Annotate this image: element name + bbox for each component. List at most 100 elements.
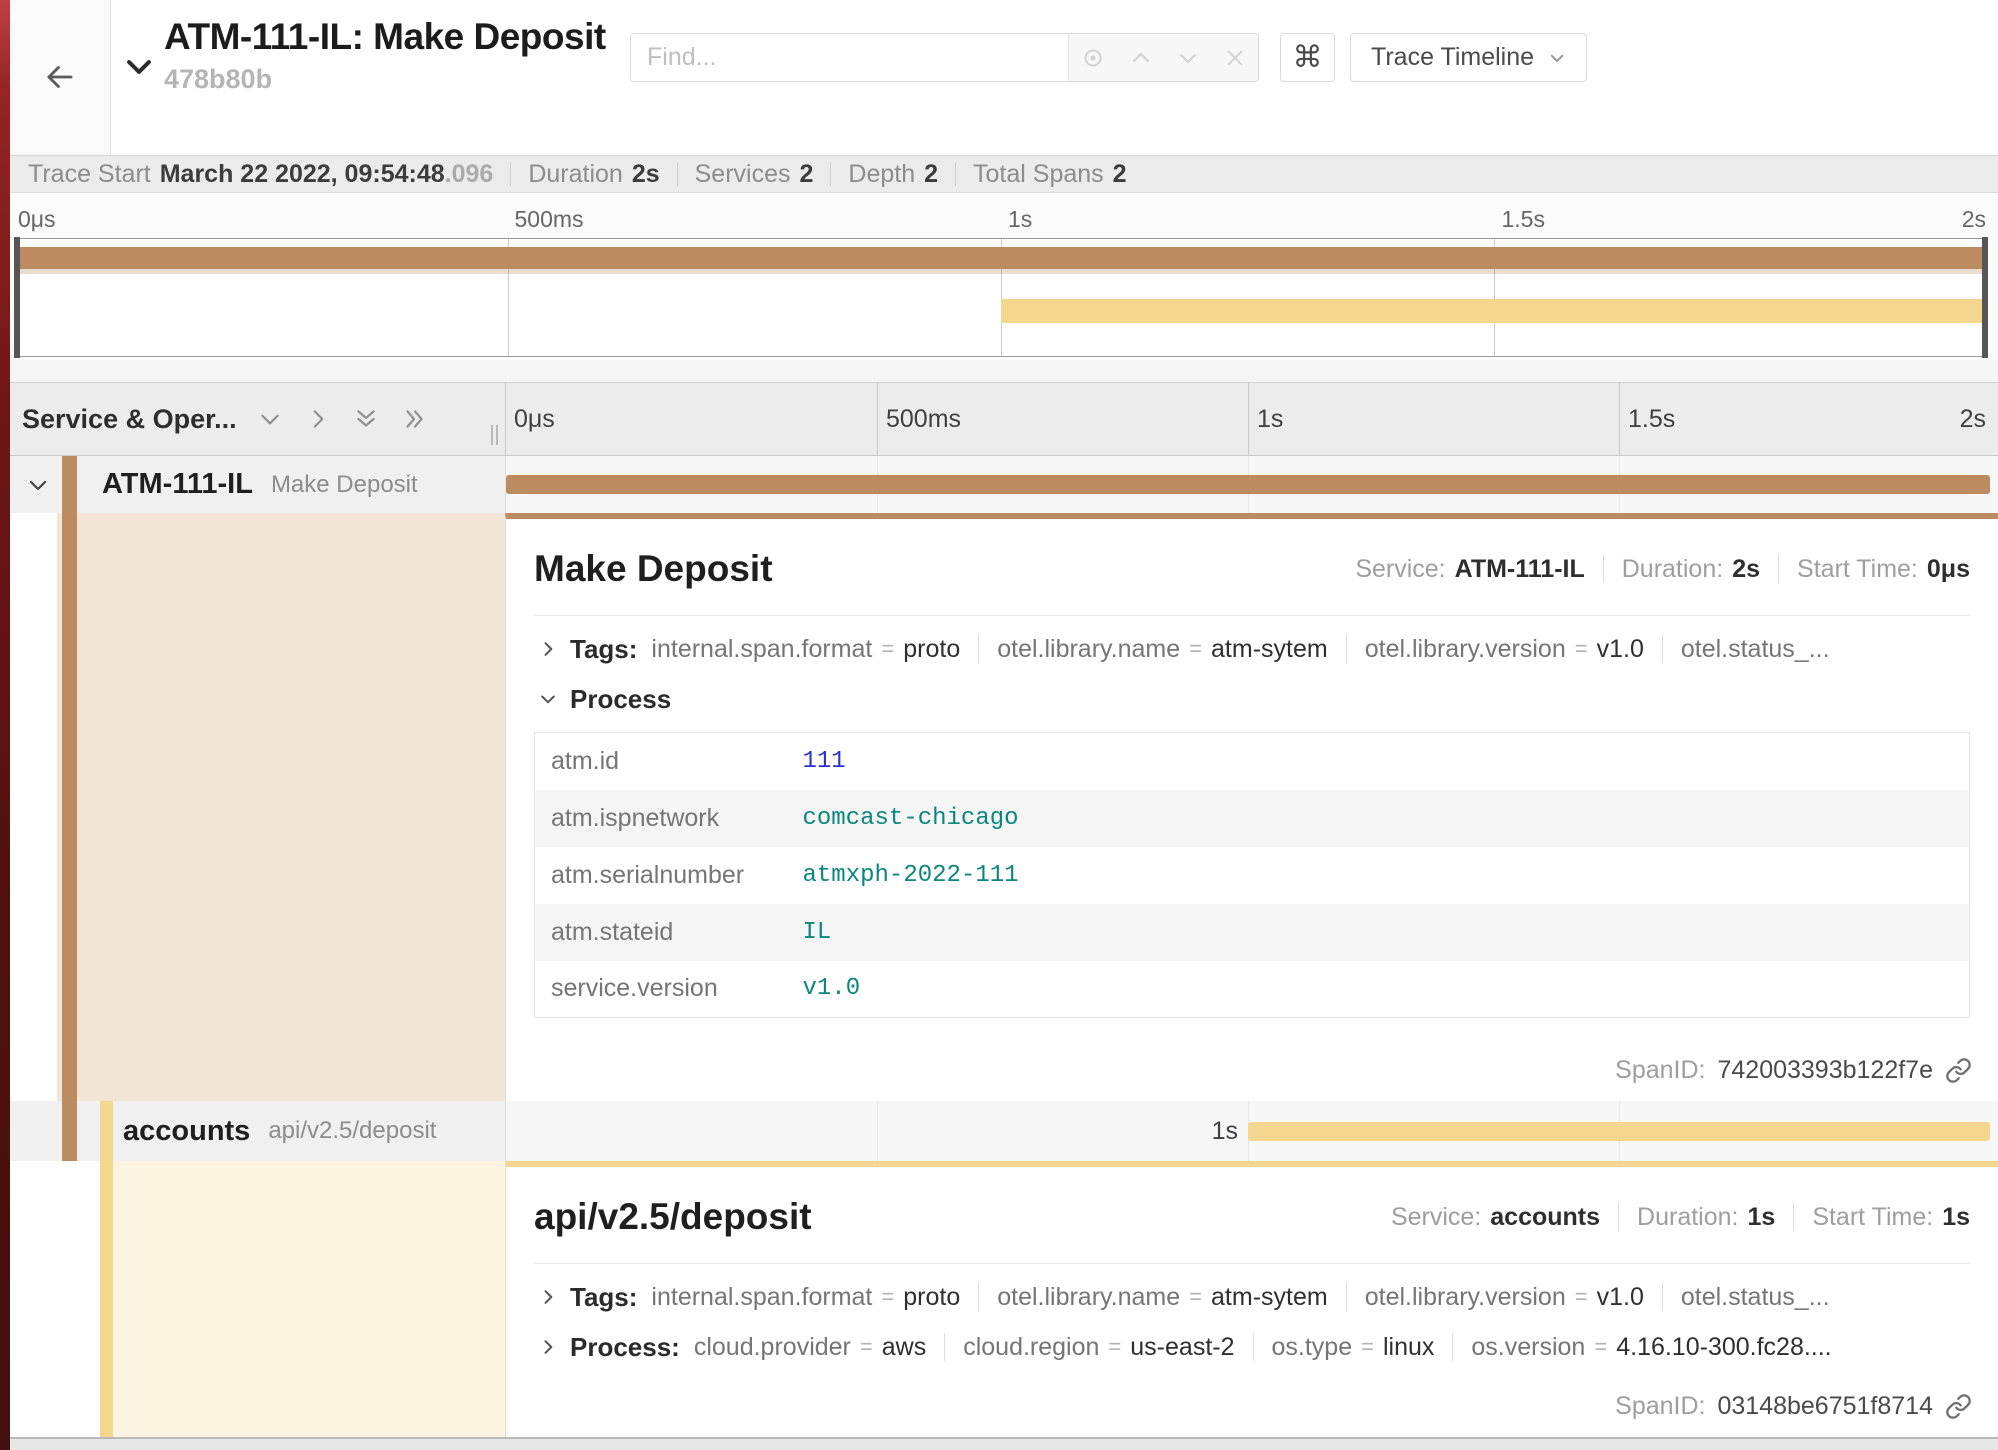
start-time-label: Start Time: (1797, 555, 1918, 584)
duration-label: Duration: (1637, 1203, 1738, 1232)
divider (978, 1283, 979, 1311)
tags-accordion[interactable]: Tags: internal.span.format = proto otel.… (534, 624, 1970, 674)
collapse-one-chevron-down-icon[interactable] (257, 406, 283, 432)
next-match-chevron-down-icon[interactable] (1176, 46, 1200, 70)
span-name-cell-atm[interactable]: ATM-111-IL Make Deposit (10, 456, 505, 513)
start-time-value: 0μs (1927, 555, 1970, 584)
span-service-name: accounts (123, 1115, 250, 1148)
trace-collapse-toggle[interactable] (122, 50, 156, 84)
keyboard-shortcuts-button[interactable]: ⌘ (1280, 33, 1335, 82)
back-button[interactable] (10, 0, 111, 155)
header: ATM-111-IL: Make Deposit 478b80b (10, 0, 1998, 155)
minimap-ticks: 0μs 500ms 1s 1.5s 2s (14, 194, 1988, 238)
divider (1452, 1333, 1453, 1361)
divider (1346, 635, 1347, 663)
find-controls (1068, 34, 1258, 81)
trace-id: 478b80b (164, 64, 606, 95)
timeline-tick: 0μs (514, 383, 555, 455)
start-time-label: Start Time: (1812, 1203, 1933, 1232)
expand-one-chevron-right-icon[interactable] (305, 406, 331, 432)
services-label: Services (695, 160, 791, 189)
minimap-span-tint (15, 269, 1987, 274)
tag-item: internal.span.format = proto (651, 635, 960, 664)
chevron-right-icon (538, 1287, 558, 1307)
table-row: service.version v1.0 (535, 961, 1970, 1018)
span-id-value: 742003393b122f7e (1717, 1056, 1933, 1085)
timeline-tick: 1.5s (1628, 383, 1675, 455)
chevron-down-icon (122, 50, 156, 84)
timeline-minimap: 0μs 500ms 1s 1.5s 2s (10, 194, 1998, 360)
back-arrow-icon (41, 58, 79, 96)
find-group (630, 33, 1259, 82)
span-duration-bar-atm[interactable] (506, 475, 1990, 494)
tag-item: internal.span.format = proto (651, 1283, 960, 1312)
span-rows: ATM-111-IL Make Deposit (10, 456, 1998, 1437)
tags-accordion[interactable]: Tags: internal.span.format = proto otel.… (534, 1272, 1970, 1322)
span-detail-indent (10, 1161, 505, 1437)
divider (534, 615, 1970, 616)
span-indent-guide-atm (62, 456, 77, 1161)
divider (1253, 1333, 1254, 1361)
span-detail-atm: Make Deposit Service: ATM-111-IL Duratio… (10, 513, 1998, 1101)
service-operation-label[interactable]: Service & Oper... (22, 404, 237, 435)
trace-start-value: March 22 2022, 09:54:48 (160, 160, 445, 189)
span-table-header: Service & Oper... (10, 382, 1998, 456)
span-row-atm[interactable]: ATM-111-IL Make Deposit (10, 456, 1998, 513)
process-label: Process: (570, 1332, 680, 1363)
expand-all-double-chevron-right-icon[interactable] (401, 406, 427, 432)
trace-view-selector[interactable]: Trace Timeline (1350, 33, 1587, 82)
span-row-accounts[interactable]: accounts api/v2.5/deposit 1s (10, 1101, 1998, 1161)
services-value: 2 (800, 160, 814, 189)
process-item: cloud.provider = aws (694, 1333, 926, 1362)
process-label: Process (570, 684, 671, 715)
table-row: atm.ispnetwork comcast-chicago (535, 790, 1970, 847)
minimap-tick: 0μs (18, 206, 56, 233)
table-row: atm.serialnumber atmxph-2022-111 (535, 847, 1970, 904)
process-accordion[interactable]: Process (534, 674, 1970, 724)
span-id-label: SpanID: (1615, 1392, 1705, 1421)
span-detail-tint (57, 513, 505, 1101)
span-operation-name: api/v2.5/deposit (268, 1117, 436, 1145)
span-detail-meta: Service: accounts Duration: 1s Start Tim… (1391, 1203, 1970, 1232)
span-detail-title: api/v2.5/deposit (534, 1196, 812, 1238)
locate-icon[interactable] (1081, 46, 1105, 70)
span-duration-bar-accounts[interactable] (1248, 1122, 1990, 1141)
span-id-row: SpanID: 03148be6751f8714 (1615, 1392, 1972, 1421)
prev-match-chevron-up-icon[interactable] (1129, 46, 1153, 70)
link-icon[interactable] (1945, 1057, 1972, 1084)
process-accordion[interactable]: Process: cloud.provider = aws cloud.regi… (534, 1322, 1970, 1372)
clear-search-icon[interactable] (1224, 47, 1246, 69)
spacer (10, 360, 1998, 382)
trace-title: ATM-111-IL: Make Deposit (164, 16, 606, 58)
tag-item: otel.library.name = atm-sytem (997, 1283, 1328, 1312)
process-kv-table: atm.id 111 atm.ispnetwork comcast-chicag… (534, 732, 1970, 1018)
total-spans-label: Total Spans (973, 160, 1104, 189)
process-item: os.version = 4.16.10-300.fc28.... (1471, 1333, 1831, 1362)
link-icon[interactable] (1945, 1393, 1972, 1420)
span-timeline-cell (505, 456, 1998, 513)
minimap-viewport[interactable] (14, 238, 1988, 357)
bottom-scroll-strip[interactable] (10, 1437, 1998, 1450)
minimap-tick: 500ms (515, 206, 584, 233)
service-label: Service: (1355, 555, 1445, 584)
collapse-all-double-chevron-down-icon[interactable] (353, 406, 379, 432)
service-operation-column-header: Service & Oper... (10, 383, 505, 455)
minimap-left-drag-handle[interactable] (14, 237, 20, 358)
find-input[interactable] (631, 34, 1068, 81)
divider (830, 162, 831, 186)
timeline-gridline (877, 1101, 878, 1161)
divider (1346, 1283, 1347, 1311)
span-id-value: 03148be6751f8714 (1717, 1392, 1933, 1421)
chevron-down-icon (1548, 49, 1566, 67)
minimap-right-drag-handle[interactable] (1982, 237, 1988, 358)
span-name-cell-accounts[interactable]: accounts api/v2.5/deposit (10, 1101, 505, 1161)
collapse-children-chevron-down-icon[interactable] (26, 473, 50, 497)
timeline-column-header: 0μs 500ms 1s 1.5s 2s (505, 383, 1998, 455)
depth-label: Depth (848, 160, 915, 189)
column-resize-handle[interactable] (491, 425, 498, 445)
minimap-span-bar-accounts (1001, 299, 1987, 323)
span-detail-meta: Service: ATM-111-IL Duration: 2s Start T… (1355, 555, 1970, 584)
span-id-row: SpanID: 742003393b122f7e (1615, 1056, 1972, 1085)
tag-item: otel.library.version = v1.0 (1365, 635, 1644, 664)
span-detail-panel-accounts: api/v2.5/deposit Service: accounts Durat… (505, 1161, 1998, 1437)
